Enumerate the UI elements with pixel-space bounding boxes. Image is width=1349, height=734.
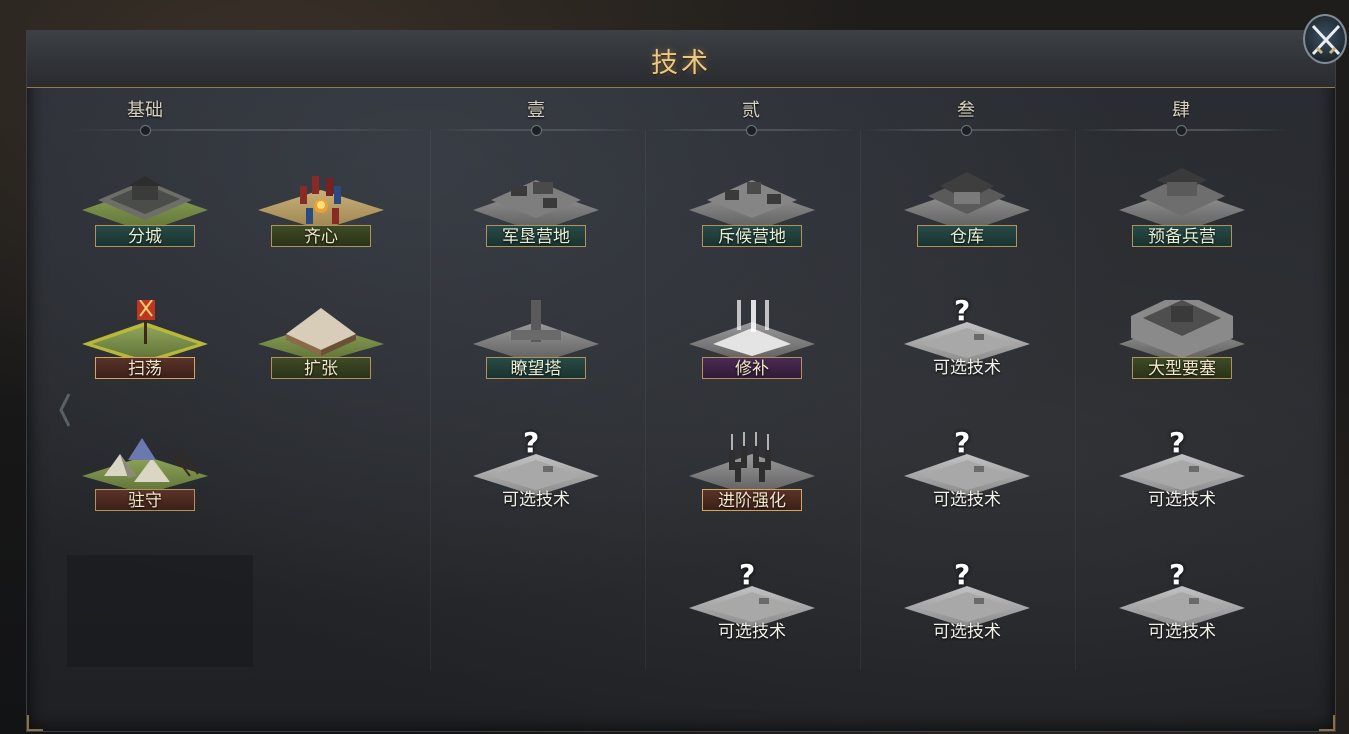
question-mark-icon: ? (523, 426, 540, 459)
column-header-two: 贰 (742, 100, 760, 121)
tech-tile-kuozhang[interactable]: 扩张 (254, 300, 388, 390)
page-title: 技术 (651, 48, 711, 79)
tech-tile-yubei[interactable]: 预备兵营 (1115, 168, 1249, 258)
tech-tile-cangku[interactable]: 仓库 (900, 168, 1034, 258)
tile-label: 驻守 (95, 489, 195, 511)
tile-label: 分城 (95, 225, 195, 247)
tech-tile-fencheng[interactable]: 分城 (78, 168, 212, 258)
tile-label: 可选技术 (502, 490, 570, 510)
tech-tile-zhushou[interactable]: 驻守 (78, 432, 212, 522)
tier-node (1176, 125, 1187, 136)
chevron-left-icon[interactable] (58, 392, 72, 428)
tile-label: 可选技术 (718, 622, 786, 642)
column-divider (430, 130, 431, 670)
tile-label: 齐心 (271, 225, 371, 247)
column-header-one: 壹 (527, 100, 545, 121)
tile-label: 可选技术 (933, 490, 1001, 510)
tech-tile-optional[interactable]: ? 可选技术 (685, 558, 819, 654)
tier-node (140, 125, 151, 136)
question-mark-icon: ? (954, 426, 971, 459)
column-divider (645, 130, 646, 670)
tech-tile-daxing[interactable]: 大型要塞 (1115, 300, 1249, 390)
tier-node (746, 125, 757, 136)
title-bar: 技术 (27, 31, 1335, 88)
corner-ornament (27, 715, 43, 731)
column-rule (70, 129, 430, 131)
column-header-four: 肆 (1172, 100, 1190, 121)
tile-label: 修补 (702, 357, 802, 379)
corner-ornament (1319, 715, 1335, 731)
tech-tile-optional[interactable]: ? 可选技术 (1115, 558, 1249, 654)
tech-tile-optional[interactable]: ? 可选技术 (900, 558, 1034, 654)
tile-label: 可选技术 (1148, 490, 1216, 510)
question-mark-icon: ? (1169, 426, 1186, 459)
tile-label: 斥候营地 (702, 225, 802, 247)
tech-tile-optional[interactable]: ? 可选技术 (900, 426, 1034, 522)
tech-tile-optional[interactable]: ? 可选技术 (900, 294, 1034, 390)
tech-tile-optional[interactable]: ? 可选技术 (1115, 426, 1249, 522)
tile-label: 仓库 (917, 225, 1017, 247)
tech-tile-saodang[interactable]: 扫荡 (78, 300, 212, 390)
tech-tile-optional[interactable]: ? 可选技术 (469, 426, 603, 522)
tile-label: 扩张 (271, 357, 371, 379)
empty-slot (67, 555, 253, 667)
question-mark-icon: ? (954, 558, 971, 591)
column-divider (1075, 130, 1076, 670)
tile-label: 进阶强化 (702, 489, 802, 511)
column-header-three: 叁 (957, 100, 975, 121)
tile-label: 可选技术 (1148, 622, 1216, 642)
tech-tile-chihou[interactable]: 斥候营地 (685, 168, 819, 258)
column-divider (860, 130, 861, 670)
tile-label: 瞭望塔 (486, 357, 586, 379)
column-header-base: 基础 (127, 100, 163, 121)
tech-tile-junken[interactable]: 军垦营地 (469, 168, 603, 258)
tile-label: 可选技术 (933, 622, 1001, 642)
question-mark-icon: ? (954, 294, 971, 327)
tile-label: 扫荡 (95, 357, 195, 379)
tier-node (531, 125, 542, 136)
question-mark-icon: ? (739, 558, 756, 591)
tile-label: 可选技术 (933, 358, 1001, 378)
question-mark-icon: ? (1169, 558, 1186, 591)
crossed-swords-icon (1311, 24, 1341, 56)
tech-tile-xiubu[interactable]: 修补 (685, 300, 819, 390)
tech-tile-jinjie[interactable]: 进阶强化 (685, 432, 819, 522)
tier-node (961, 125, 972, 136)
close-button[interactable] (1303, 14, 1347, 64)
tile-label: 军垦营地 (486, 225, 586, 247)
tech-tile-qixin[interactable]: 齐心 (254, 168, 388, 258)
tech-tile-liaowang[interactable]: 瞭望塔 (469, 300, 603, 390)
tile-label: 预备兵营 (1132, 225, 1232, 247)
tile-label: 大型要塞 (1132, 357, 1232, 379)
